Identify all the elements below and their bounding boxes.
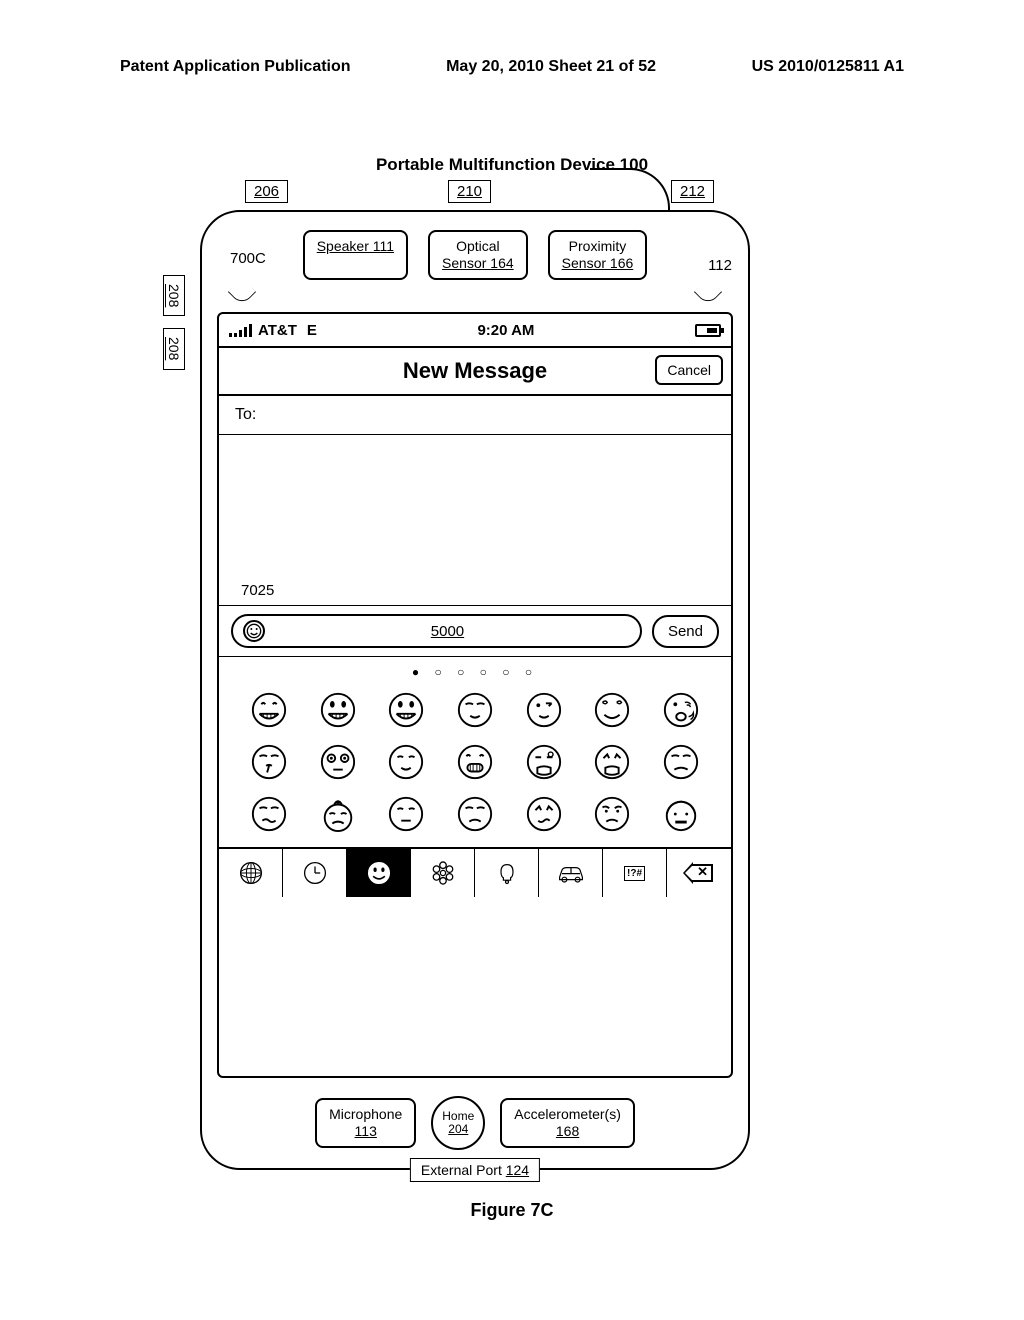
tick-left [228, 278, 256, 306]
tick-right [694, 278, 722, 306]
emoji-key[interactable] [237, 743, 302, 781]
cat-smileys[interactable] [347, 849, 411, 897]
emoji-key[interactable] [237, 691, 302, 729]
external-port-label: External Port 124 [410, 1158, 540, 1182]
cat-objects[interactable] [475, 849, 539, 897]
side-reference-tabs: 208 208 [163, 275, 185, 382]
header-left: Patent Application Publication [120, 58, 351, 76]
emoji-categories: !?# ✕ [219, 847, 731, 897]
emoji-key[interactable] [580, 795, 645, 833]
page-title: New Message [403, 358, 547, 383]
speaker-label: Speaker 111 [303, 230, 408, 280]
bottom-hardware-row: Microphone113 Home204 Accelerometer(s)16… [202, 1096, 748, 1150]
to-label: To: [235, 406, 256, 423]
input-ref-5000: 5000 [265, 623, 630, 640]
pointer-arrow [560, 160, 660, 210]
emoji-key[interactable] [237, 795, 302, 833]
message-body[interactable]: 7025 [219, 435, 731, 605]
backspace-key[interactable]: ✕ [667, 849, 731, 897]
ref-210: 210 [448, 180, 491, 203]
cat-nature[interactable] [411, 849, 475, 897]
emoji-key[interactable] [374, 691, 439, 729]
ref-7025: 7025 [241, 582, 274, 599]
cancel-button[interactable]: Cancel [655, 355, 723, 385]
proximity-sensor-label: ProximitySensor 166 [548, 230, 648, 280]
nav-bar: New Message Cancel [219, 348, 731, 396]
ref-212: 212 [671, 180, 714, 203]
emoji-key[interactable] [511, 691, 576, 729]
microphone-label: Microphone113 [315, 1098, 416, 1148]
symbols-label: !?# [624, 866, 645, 881]
text-input[interactable]: 5000 [231, 614, 642, 648]
emoji-key[interactable] [443, 743, 508, 781]
emoji-toggle-icon[interactable] [243, 620, 265, 642]
emoji-key[interactable] [443, 691, 508, 729]
home-button[interactable]: Home204 [431, 1096, 485, 1150]
carrier-label: AT&T [258, 322, 297, 339]
emoji-key[interactable] [374, 743, 439, 781]
cat-recent[interactable] [283, 849, 347, 897]
emoji-key[interactable] [511, 743, 576, 781]
cat-symbols[interactable]: !?# [603, 849, 667, 897]
ref-700c: 700C [230, 250, 266, 267]
cat-travel[interactable] [539, 849, 603, 897]
accelerometer-label: Accelerometer(s)168 [500, 1098, 635, 1148]
send-button[interactable]: Send [652, 615, 719, 648]
ref-208-bottom: 208 [163, 328, 185, 369]
emoji-key[interactable] [648, 795, 713, 833]
figure-caption: Figure 7C [470, 1200, 553, 1221]
emoji-key[interactable] [580, 691, 645, 729]
emoji-key[interactable] [374, 795, 439, 833]
optical-sensor-label: OpticalSensor 164 [428, 230, 528, 280]
device-body: 700C 112 Speaker 111 OpticalSensor 164 P… [200, 210, 750, 1170]
ref-112: 112 [708, 257, 732, 274]
top-hardware-row: Speaker 111 OpticalSensor 164 ProximityS… [202, 230, 748, 280]
emoji-key[interactable] [511, 795, 576, 833]
touchscreen[interactable]: AT&T E 9:20 AM New Message Cancel To: 70… [217, 312, 733, 1078]
ref-206: 206 [245, 180, 288, 203]
signal-icon [229, 324, 252, 337]
emoji-key[interactable] [443, 795, 508, 833]
header-center: May 20, 2010 Sheet 21 of 52 [446, 58, 656, 76]
emoji-keyboard [219, 683, 731, 847]
clock: 9:20 AM [317, 322, 695, 339]
to-field[interactable]: To: [219, 396, 731, 435]
status-bar: AT&T E 9:20 AM [219, 314, 731, 348]
compose-row: 5000 Send [219, 605, 731, 657]
emoji-key[interactable] [580, 743, 645, 781]
backspace-icon: ✕ [685, 864, 713, 882]
network-type: E [307, 322, 317, 339]
page-header: Patent Application Publication May 20, 2… [0, 58, 1024, 76]
page-indicator[interactable]: ● ○ ○ ○ ○ ○ [219, 657, 731, 683]
header-right: US 2010/0125811 A1 [752, 58, 904, 76]
emoji-key[interactable] [648, 691, 713, 729]
battery-icon [695, 324, 721, 337]
emoji-key[interactable] [306, 691, 371, 729]
emoji-key[interactable] [306, 743, 371, 781]
emoji-key[interactable] [306, 795, 371, 833]
emoji-key[interactable] [648, 743, 713, 781]
ref-208-top: 208 [163, 275, 185, 316]
cat-globe[interactable] [219, 849, 283, 897]
